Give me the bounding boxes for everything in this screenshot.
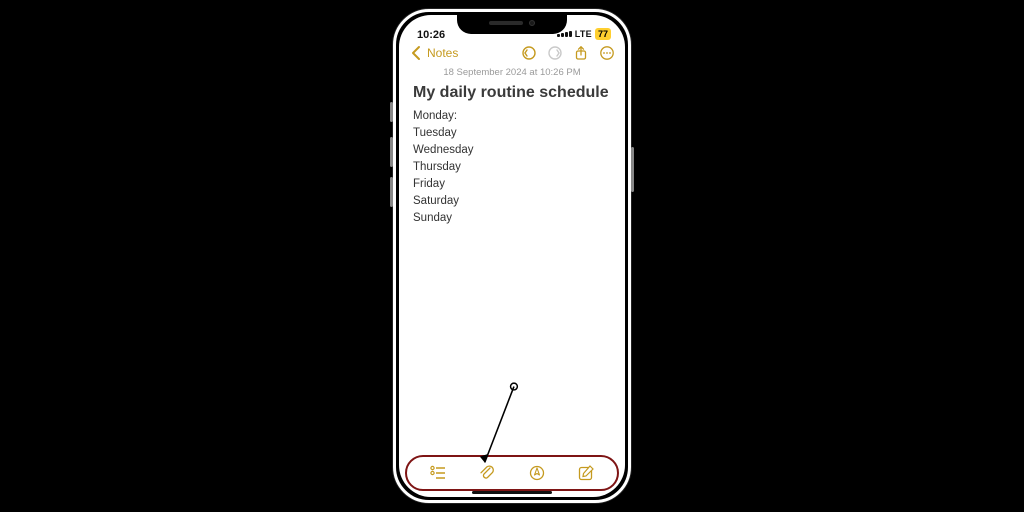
note-body[interactable]: Monday: Tuesday Wednesday Thursday Frida…	[399, 108, 625, 227]
note-timestamp: 18 September 2024 at 10:26 PM	[399, 65, 625, 84]
list-item: Tuesday	[413, 125, 611, 142]
back-label: Notes	[427, 46, 458, 60]
list-item: Sunday	[413, 210, 611, 227]
notch	[457, 12, 567, 34]
list-item: Thursday	[413, 159, 611, 176]
list-item: Monday:	[413, 108, 611, 125]
list-item: Wednesday	[413, 142, 611, 159]
markup-button[interactable]	[527, 463, 547, 483]
mute-switch	[390, 102, 393, 122]
note-title[interactable]: My daily routine schedule	[399, 84, 625, 108]
attach-button[interactable]	[477, 463, 497, 483]
compose-button[interactable]	[576, 463, 596, 483]
screen: 10:26 LTE 77 Notes	[399, 15, 625, 497]
redo-icon	[547, 45, 563, 61]
checklist-button[interactable]	[428, 463, 448, 483]
phone-frame: 10:26 LTE 77 Notes	[393, 9, 631, 503]
chevron-left-icon	[409, 45, 425, 61]
list-item: Saturday	[413, 193, 611, 210]
nav-bar: Notes	[399, 41, 625, 65]
list-item: Friday	[413, 176, 611, 193]
home-indicator[interactable]	[472, 491, 552, 494]
power-button	[631, 147, 634, 192]
undo-icon[interactable]	[521, 45, 537, 61]
more-icon[interactable]	[599, 45, 615, 61]
volume-up-button	[390, 137, 393, 167]
network-label: LTE	[575, 29, 592, 39]
status-time: 10:26	[417, 29, 445, 41]
share-icon[interactable]	[573, 45, 589, 61]
volume-down-button	[390, 177, 393, 207]
back-button[interactable]: Notes	[409, 45, 458, 61]
bottom-toolbar	[407, 457, 617, 489]
battery-indicator: 77	[595, 28, 611, 40]
